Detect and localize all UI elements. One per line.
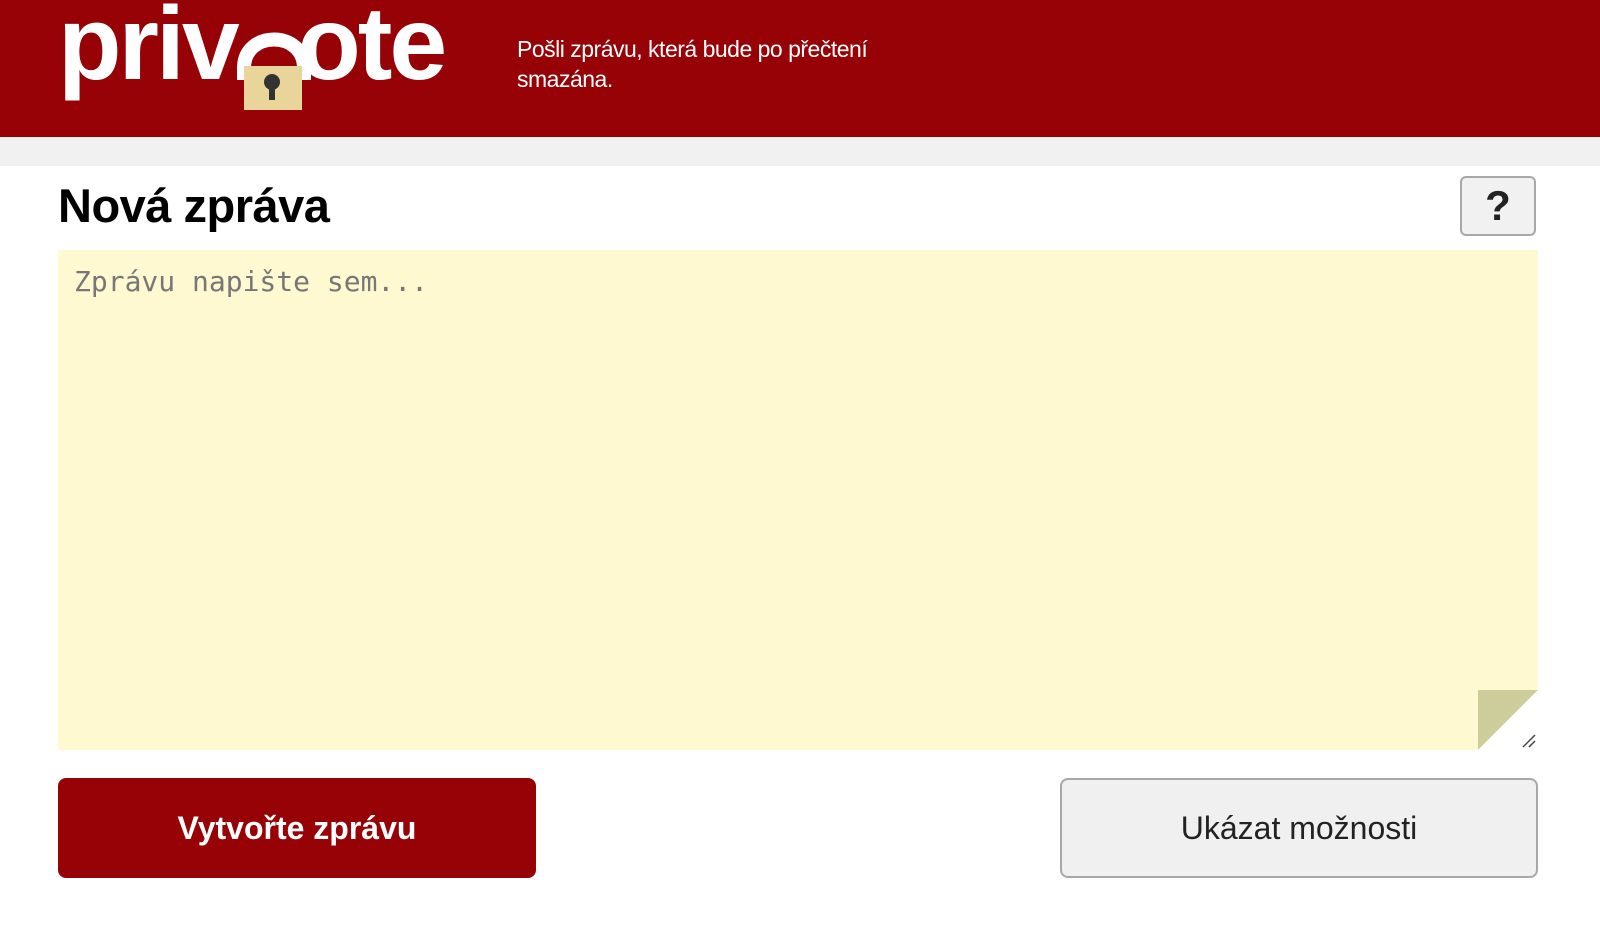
note-textarea[interactable]	[58, 250, 1538, 750]
privnote-logo[interactable]: privnote	[58, 0, 458, 137]
page-title: Nová zpráva	[58, 179, 330, 232]
resize-grip-icon[interactable]	[1520, 732, 1536, 748]
note-editor	[58, 250, 1538, 750]
site-header: privnote Pošli zprávu, která bude po pře…	[0, 0, 1600, 137]
header-tagline: Pošli zprávu, která bude po přečtení sma…	[517, 36, 868, 92]
create-note-button[interactable]: Vytvořte zprávu	[58, 778, 536, 878]
help-button[interactable]: ?	[1460, 176, 1536, 236]
show-options-button[interactable]: Ukázat možnosti	[1060, 778, 1538, 878]
padlock-icon	[237, 32, 311, 110]
header-divider-bar	[0, 137, 1600, 166]
question-mark-icon: ?	[1485, 182, 1511, 229]
